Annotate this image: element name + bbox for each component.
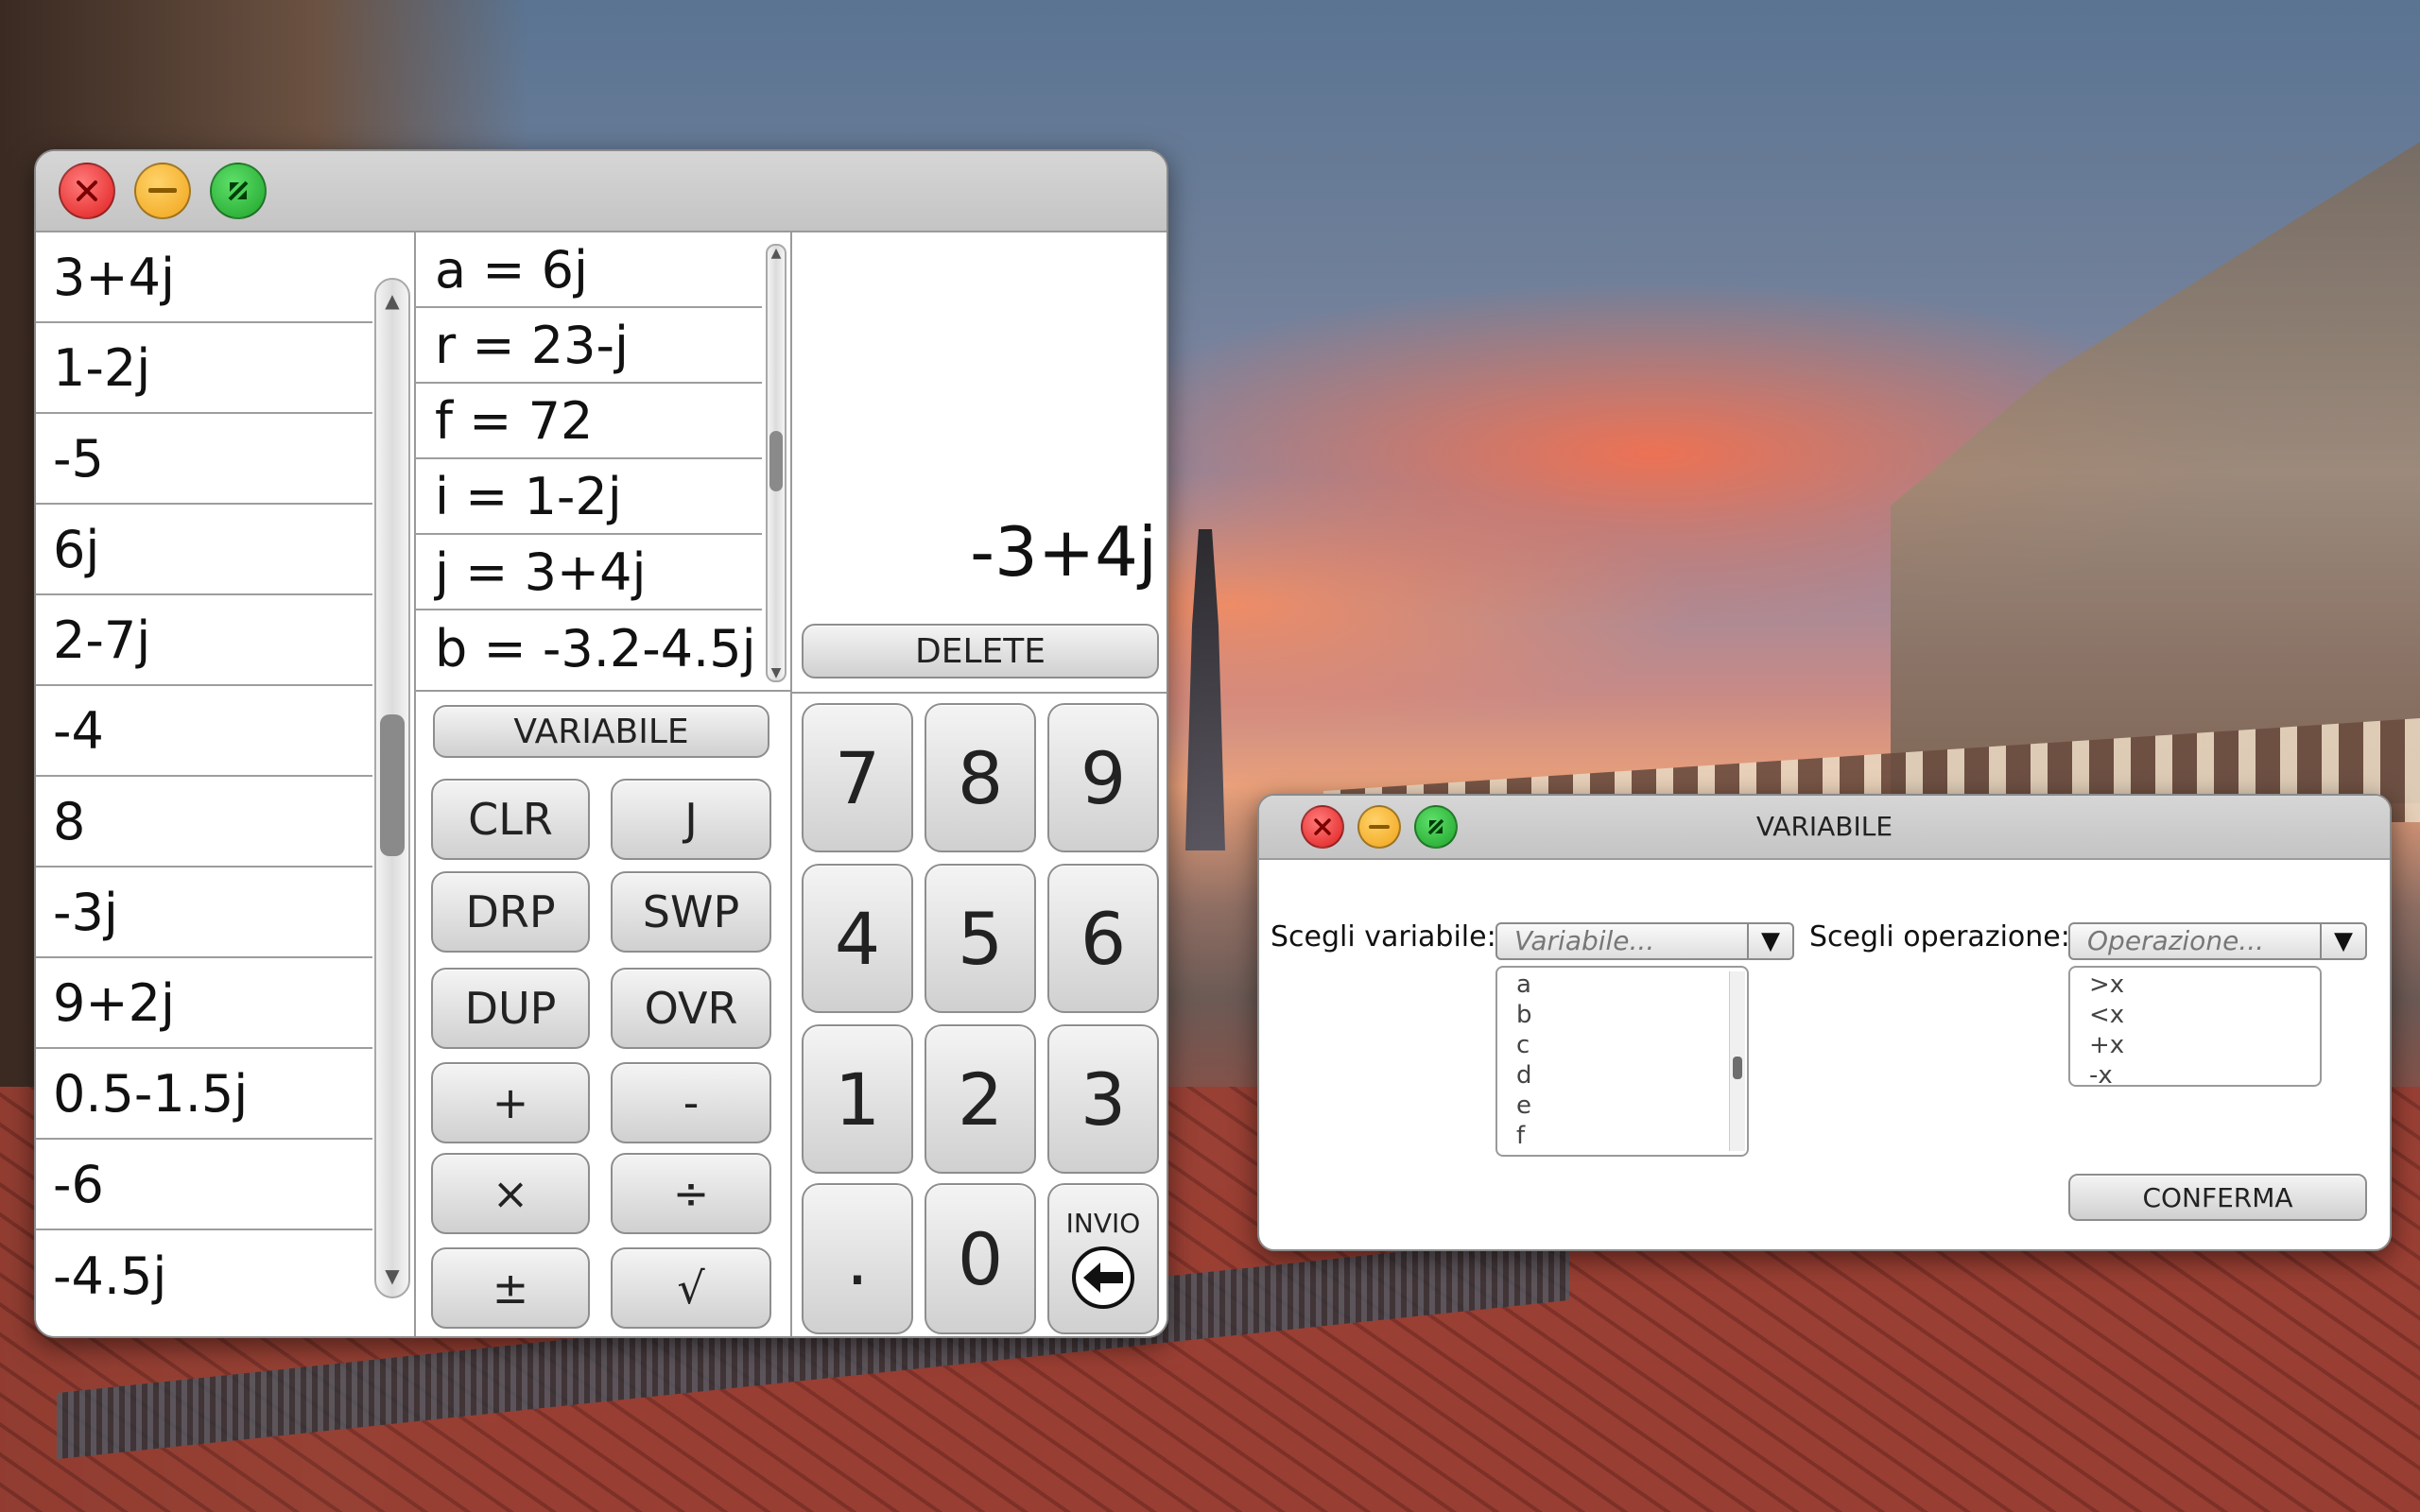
- dup-button[interactable]: DUP: [431, 968, 590, 1049]
- stack-item[interactable]: -6: [36, 1140, 372, 1230]
- calculator-window: 3+4j 1-2j -5 6j 2-7j -4 8 -3j 9+2j 0.5-1…: [34, 149, 1168, 1338]
- minimize-button[interactable]: [134, 163, 191, 219]
- decimal-point-button[interactable]: .: [802, 1183, 913, 1334]
- operation-option[interactable]: <x: [2070, 1000, 2320, 1030]
- variable-scrollbar[interactable]: ▲ ▼: [766, 244, 786, 682]
- scroll-up-arrow-icon[interactable]: ▲: [768, 246, 785, 261]
- divider: [792, 692, 1167, 694]
- close-button[interactable]: [59, 163, 115, 219]
- keypad-panel: -3+4j DELETE 7 8 9 4 5 6 1 2 3 . 0 INVIO: [792, 232, 1167, 1336]
- digit-7-button[interactable]: 7: [802, 703, 913, 852]
- clr-button[interactable]: CLR: [431, 779, 590, 860]
- variable-option[interactable]: a: [1497, 970, 1747, 1000]
- stack-item[interactable]: -4.5j: [36, 1230, 372, 1321]
- stack-item[interactable]: 9+2j: [36, 958, 372, 1049]
- dialog-titlebar[interactable]: VARIABILE: [1259, 796, 2390, 860]
- variabile-dialog: VARIABILE Scegli variabile: Variabile...…: [1257, 794, 2392, 1251]
- digit-4-button[interactable]: 4: [802, 864, 913, 1013]
- variable-option[interactable]: f: [1497, 1121, 1747, 1151]
- stack-panel: 3+4j 1-2j -5 6j 2-7j -4 8 -3j 9+2j 0.5-1…: [36, 232, 416, 1336]
- variable-scrollbar-thumb[interactable]: [769, 431, 783, 491]
- dialog-title: VARIABILE: [1755, 811, 1893, 842]
- operation-option[interactable]: +x: [2070, 1030, 2320, 1060]
- variable-item[interactable]: a = 6j: [416, 232, 762, 308]
- plus-minus-button[interactable]: ±: [431, 1247, 590, 1329]
- add-button[interactable]: +: [431, 1062, 590, 1143]
- stack-item[interactable]: 8: [36, 777, 372, 868]
- minimize-icon: [148, 188, 177, 193]
- operation-label: Scegli operazione:: [1809, 920, 2070, 954]
- stack-item[interactable]: 1-2j: [36, 323, 372, 414]
- variable-options-list[interactable]: a b c d e f: [1495, 966, 1749, 1157]
- enter-arrow-icon: [1072, 1246, 1134, 1309]
- stack-item[interactable]: 3+4j: [36, 232, 372, 323]
- operation-option[interactable]: >x: [2070, 970, 2320, 1000]
- stack-item[interactable]: 0.5-1.5j: [36, 1049, 372, 1140]
- subtract-button[interactable]: -: [611, 1062, 771, 1143]
- stack-item[interactable]: -5: [36, 414, 372, 505]
- variable-list[interactable]: a = 6j r = 23-j f = 72 i = 1-2j j = 3+4j…: [416, 232, 790, 692]
- variable-item[interactable]: r = 23-j: [416, 308, 762, 384]
- swp-button[interactable]: SWP: [611, 871, 771, 953]
- digit-2-button[interactable]: 2: [925, 1024, 1036, 1174]
- variable-label: Scegli variabile:: [1270, 920, 1496, 954]
- result-display: -3+4j: [792, 232, 1167, 610]
- stack-item[interactable]: 6j: [36, 505, 372, 595]
- dropdown-arrow-icon[interactable]: ▼: [2320, 924, 2365, 958]
- delete-button[interactable]: DELETE: [802, 624, 1159, 679]
- multiply-button[interactable]: ×: [431, 1153, 590, 1234]
- drp-button[interactable]: DRP: [431, 871, 590, 953]
- calculator-titlebar[interactable]: [36, 151, 1167, 232]
- wallpaper-building-right: [1891, 142, 2420, 803]
- variables-panel: a = 6j r = 23-j f = 72 i = 1-2j j = 3+4j…: [416, 232, 792, 1336]
- scroll-down-arrow-icon[interactable]: ▼: [376, 1264, 408, 1287]
- wallpaper-monument: [1185, 529, 1225, 850]
- variable-item[interactable]: i = 1-2j: [416, 459, 762, 535]
- stack-scrollbar-thumb[interactable]: [380, 714, 405, 856]
- variable-options-scrollbar-thumb[interactable]: [1733, 1057, 1742, 1079]
- stack-item[interactable]: 2-7j: [36, 595, 372, 686]
- enter-button[interactable]: INVIO: [1047, 1183, 1159, 1334]
- digit-0-button[interactable]: 0: [925, 1183, 1036, 1334]
- operation-option[interactable]: -x: [2070, 1060, 2320, 1091]
- variable-option[interactable]: e: [1497, 1091, 1747, 1121]
- variable-options-scrollbar[interactable]: [1729, 971, 1745, 1151]
- digit-1-button[interactable]: 1: [802, 1024, 913, 1174]
- operation-dropdown[interactable]: Operazione... ▼: [2068, 922, 2367, 960]
- maximize-button[interactable]: [210, 163, 267, 219]
- stack-scrollbar[interactable]: ▲ ▼: [374, 278, 410, 1298]
- display-value: -3+4j: [970, 512, 1157, 592]
- digit-3-button[interactable]: 3: [1047, 1024, 1159, 1174]
- stack-list[interactable]: 3+4j 1-2j -5 6j 2-7j -4 8 -3j 9+2j 0.5-1…: [36, 232, 372, 1321]
- confirm-button[interactable]: CONFERMA: [2068, 1174, 2367, 1221]
- scroll-up-arrow-icon[interactable]: ▲: [376, 289, 408, 312]
- variable-option[interactable]: b: [1497, 1000, 1747, 1030]
- variable-dropdown[interactable]: Variabile... ▼: [1495, 922, 1794, 960]
- scroll-down-arrow-icon[interactable]: ▼: [768, 665, 785, 680]
- ovr-button[interactable]: OVR: [611, 968, 771, 1049]
- variable-option[interactable]: c: [1497, 1030, 1747, 1060]
- digit-8-button[interactable]: 8: [925, 703, 1036, 852]
- stack-item[interactable]: -3j: [36, 868, 372, 958]
- variable-item[interactable]: j = 3+4j: [416, 535, 762, 610]
- digit-9-button[interactable]: 9: [1047, 703, 1159, 852]
- sqrt-button[interactable]: √: [611, 1247, 771, 1329]
- dropdown-arrow-icon[interactable]: ▼: [1747, 924, 1792, 958]
- digit-5-button[interactable]: 5: [925, 864, 1036, 1013]
- operation-options-list[interactable]: >x <x +x -x: [2068, 966, 2322, 1090]
- variable-option[interactable]: d: [1497, 1060, 1747, 1091]
- variable-item[interactable]: b = -3.2-4.5j: [416, 610, 762, 686]
- maximize-icon: [228, 180, 249, 201]
- digit-6-button[interactable]: 6: [1047, 864, 1159, 1013]
- close-icon: [77, 180, 97, 201]
- variabile-button[interactable]: VARIABILE: [433, 705, 769, 758]
- divide-button[interactable]: ÷: [611, 1153, 771, 1234]
- variable-item[interactable]: f = 72: [416, 384, 762, 459]
- stack-item[interactable]: -4: [36, 686, 372, 777]
- j-button[interactable]: J: [611, 779, 771, 860]
